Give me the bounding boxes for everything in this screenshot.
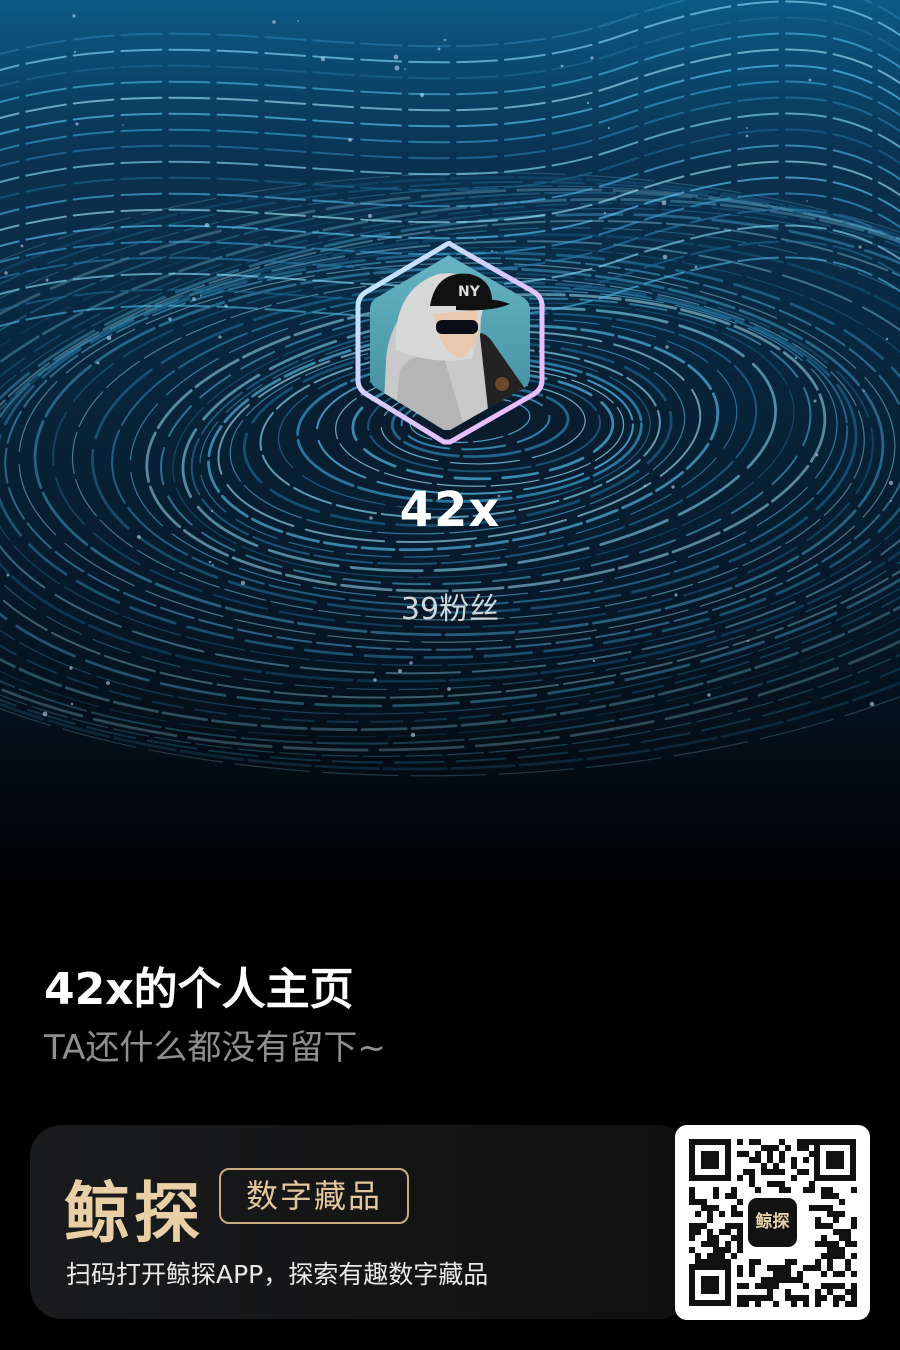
brand-logo: 鲸探 [64, 1175, 204, 1252]
qr-code[interactable]: 鲸探 [675, 1125, 870, 1320]
page-subtitle: TA还什么都没有留下~ [44, 1028, 386, 1068]
qr-finder-bottom-left [689, 1264, 731, 1306]
qr-center-logo: 鲸探 [745, 1195, 800, 1250]
avatar-hexagon: NY [355, 240, 545, 445]
fans-count[interactable]: 39粉丝 [0, 584, 900, 628]
hero-background [0, 0, 900, 900]
banner-tagline: 扫码打开鲸探APP，探索有趣数字藏品 [66, 1260, 489, 1289]
avatar[interactable]: NY [352, 240, 548, 446]
svg-text:NY: NY [458, 284, 481, 300]
brand-badge: 数字藏品 [219, 1168, 409, 1224]
avatar-image: NY [370, 255, 530, 431]
page-title: 42x的个人主页 [44, 964, 354, 1015]
profile-username: 42x [399, 482, 501, 538]
qr-finder-top-left [689, 1139, 731, 1181]
qr-finder-top-right [814, 1139, 856, 1181]
swirl-pattern [0, 0, 900, 777]
